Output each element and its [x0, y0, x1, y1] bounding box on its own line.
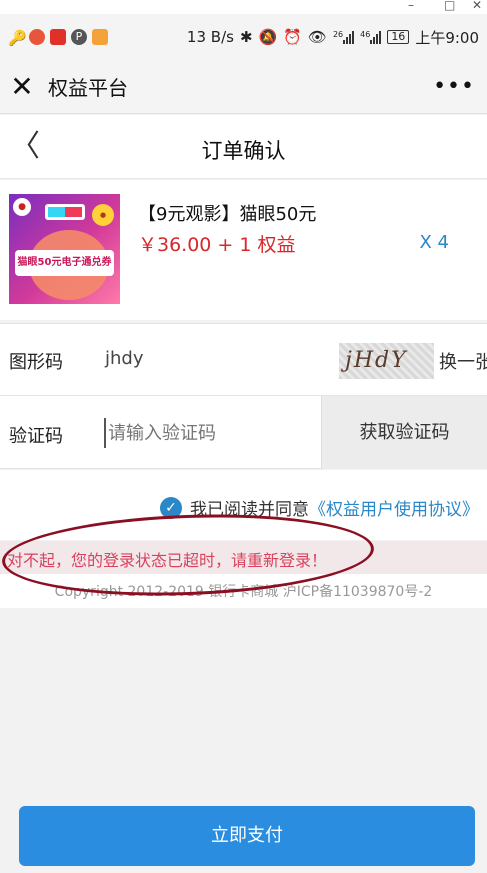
app-title: 权益平台: [48, 76, 128, 100]
agreement: ✓ 我已阅读并同意 《权益用户使用协议》: [160, 495, 479, 520]
parking-icon: P: [71, 29, 87, 45]
signal-label: 46: [360, 30, 371, 39]
network-speed: 13 B/s: [186, 28, 234, 46]
captcha-label: 图形码: [9, 352, 63, 373]
product-card: ● ● 猫眼50元电子通兑券 【9元观影】猫眼50元 ￥36.00 + 1 权益…: [0, 180, 487, 320]
agreement-link[interactable]: 《权益用户使用协议》: [309, 495, 479, 520]
maoyan-logo-icon: ●: [13, 198, 31, 216]
app-icon: [50, 29, 66, 45]
agreement-section: ✓ 我已阅读并同意 《权益用户使用协议》: [0, 470, 487, 540]
app-icon: [92, 29, 108, 45]
error-message: 对不起，您的登录状态已超时，请重新登录！: [7, 551, 328, 570]
more-options-icon[interactable]: •••: [433, 74, 475, 99]
alarm-icon: ⏰: [283, 28, 302, 46]
mute-icon: 🔕: [258, 28, 278, 46]
pay-now-button[interactable]: 立即支付: [19, 806, 475, 866]
product-price: ￥36.00 + 1 权益: [138, 234, 296, 256]
copyright-text: Copyright 2012-2019 银行卡商城 沪ICP备11039870号…: [54, 584, 433, 600]
product-name: 【9元观影】猫眼50元: [138, 204, 317, 225]
key-icon: 🔑: [8, 29, 27, 47]
close-icon[interactable]: ✕: [4, 69, 40, 105]
sms-code-row: 验证码 获取验证码: [0, 395, 487, 469]
sms-code-input[interactable]: [104, 418, 304, 448]
app-icon: [29, 29, 45, 45]
promo-tag-icon: ●: [92, 204, 114, 226]
captcha-image[interactable]: jHdY: [339, 343, 434, 379]
refresh-captcha-button[interactable]: 换一张: [439, 348, 487, 374]
error-banner: 对不起，您的登录状态已超时，请重新登录！: [0, 541, 487, 574]
close-window-button[interactable]: ✕: [472, 0, 482, 12]
signal-icon: 26: [332, 30, 355, 44]
wechat-header: ✕ 权益平台 •••: [0, 60, 487, 114]
window-titlebar: – □ ✕: [0, 0, 487, 14]
product-image: ● ● 猫眼50元电子通兑券: [9, 194, 120, 304]
footer: Copyright 2012-2019 银行卡商城 沪ICP备11039870号…: [0, 574, 487, 608]
page-title: 订单确认: [201, 139, 286, 163]
maximize-button[interactable]: □: [444, 0, 455, 12]
battery-icon: 16: [387, 30, 410, 44]
captcha-row: 图形码 jhdy jHdY 换一张: [0, 323, 487, 395]
captcha-input[interactable]: jhdy: [105, 348, 144, 369]
sms-code-label: 验证码: [9, 426, 63, 447]
minimize-button[interactable]: –: [408, 0, 414, 12]
bluetooth-icon: ✱: [239, 28, 253, 46]
voucher-ticket-label: 猫眼50元电子通兑券: [15, 250, 114, 276]
page-navbar: 〈 订单确认: [0, 115, 487, 179]
get-sms-code-button[interactable]: 获取验证码: [321, 396, 487, 469]
checkbox-checked-icon[interactable]: ✓: [160, 496, 182, 519]
product-quantity: X 4: [419, 232, 449, 253]
eye-icon: 👁: [307, 28, 327, 46]
status-bar: 🔑 P 13 B/s ✱ 🔕 ⏰ 👁 26 46 16 上午9:00: [0, 14, 487, 60]
clock: 上午9:00: [415, 28, 479, 47]
signal-label: 26: [332, 30, 344, 39]
3d-glasses-icon: [45, 204, 85, 220]
agreement-text: 我已阅读并同意: [190, 500, 309, 520]
signal-icon: 46: [360, 30, 382, 44]
